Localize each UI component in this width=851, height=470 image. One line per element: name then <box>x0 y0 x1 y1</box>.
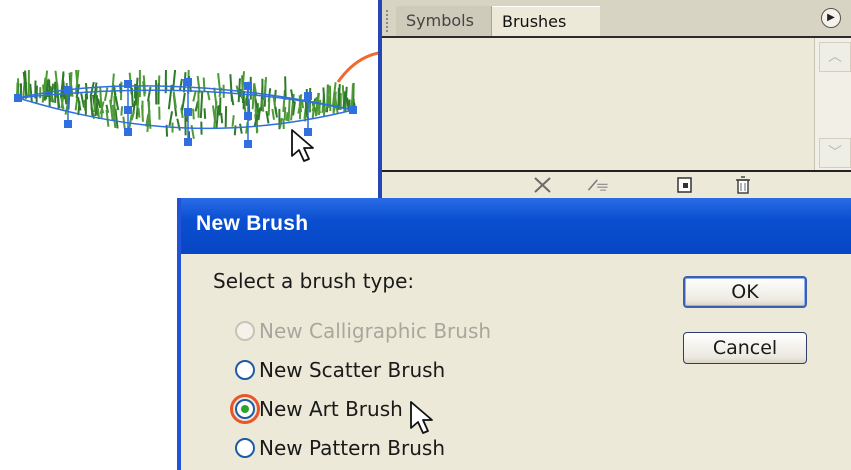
option-label: New Scatter Brush <box>259 358 446 382</box>
brush-type-prompt: Select a brush type: <box>213 269 415 293</box>
delete-brush-icon[interactable] <box>732 176 754 194</box>
panel-footer <box>382 170 851 198</box>
scroll-down-icon[interactable]: ﹀ <box>819 138 851 168</box>
mouse-pointer-icon <box>410 401 433 434</box>
dialog-title: New Brush <box>196 212 309 235</box>
brushes-panel: Symbols Brushes ▶ ︿ ﹀ <box>378 0 851 198</box>
radio-pattern-brush[interactable] <box>235 438 255 458</box>
option-label: New Calligraphic Brush <box>259 319 492 343</box>
option-label: New Art Brush <box>259 397 403 421</box>
tab-brushes[interactable]: Brushes <box>492 6 600 36</box>
ok-button[interactable]: OK <box>683 276 807 308</box>
grass-artwork[interactable] <box>8 70 378 180</box>
radio-calligraphic-brush <box>235 321 255 341</box>
panel-menu-icon[interactable]: ▶ <box>821 8 841 28</box>
new-brush-icon[interactable] <box>674 176 696 194</box>
mouse-pointer-icon <box>291 129 314 162</box>
cancel-button[interactable]: Cancel <box>683 332 807 364</box>
dialog-titlebar[interactable]: New Brush <box>181 198 851 254</box>
brush-list-scrollbar[interactable]: ︿ ﹀ <box>814 38 851 172</box>
tab-symbols[interactable]: Symbols <box>396 6 492 36</box>
radio-art-brush[interactable] <box>235 399 255 419</box>
brush-options-icon[interactable] <box>587 176 609 194</box>
radio-scatter-brush[interactable] <box>235 360 255 380</box>
new-brush-dialog: New Brush Select a brush type: New Calli… <box>177 198 851 470</box>
option-label: New Pattern Brush <box>259 436 446 460</box>
scroll-up-icon[interactable]: ︿ <box>819 42 851 72</box>
panel-tab-bar: Symbols Brushes ▶ <box>382 0 851 38</box>
remove-brush-stroke-icon[interactable] <box>532 176 554 194</box>
brush-list[interactable] <box>382 38 851 170</box>
panel-grip[interactable] <box>386 10 392 32</box>
